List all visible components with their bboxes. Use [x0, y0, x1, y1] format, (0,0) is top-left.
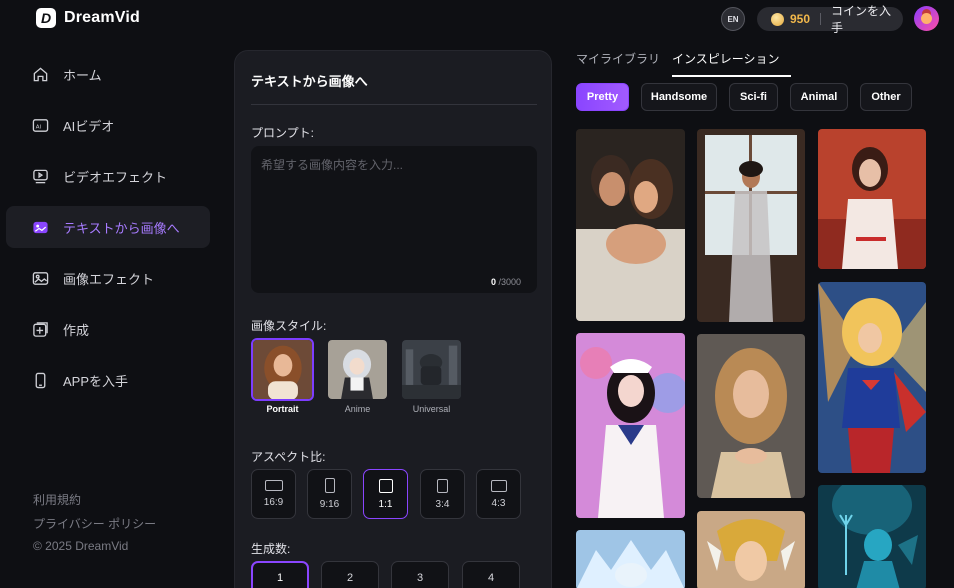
style-option-anime[interactable]: Anime: [326, 338, 389, 418]
prompt-char-count: 0: [490, 277, 496, 287]
count-1-button[interactable]: 1: [251, 561, 309, 588]
prompt-char-max: /3000: [498, 277, 521, 287]
home-icon: [32, 66, 49, 83]
sidebar-item-label: AIビデオ: [63, 118, 115, 134]
category-other-chip[interactable]: Other: [860, 83, 912, 111]
style-name: Universal: [412, 404, 451, 414]
sidebar-item-label: ホーム: [63, 67, 102, 83]
output-count-label: 生成数:: [251, 542, 291, 556]
sidebar-item-label: 作成: [63, 322, 90, 338]
sidebar-item-get-app[interactable]: APPを入手: [6, 359, 210, 401]
aspect-9-16-button[interactable]: 9:16: [307, 469, 352, 519]
gallery-image-lingerie[interactable]: [697, 129, 805, 322]
gallery-tabs: マイライブラリ インスピレーション: [576, 50, 791, 77]
get-coins-button[interactable]: 950 コインを入手: [757, 4, 903, 35]
sidebar-item-ai-video[interactable]: AI AIビデオ: [6, 104, 210, 146]
text-to-image-panel: テキストから画像へ プロンプト: 0 /3000 画像スタイル: Portrai…: [234, 50, 552, 588]
prompt-input[interactable]: [251, 146, 537, 293]
sidebar-item-text-to-image[interactable]: テキストから画像へ: [6, 206, 210, 248]
aspect-16-9-button[interactable]: 16:9: [251, 469, 296, 519]
prompt-label: プロンプト:: [251, 126, 314, 140]
gallery-image-ice-queen[interactable]: [576, 530, 685, 588]
sidebar-item-home[interactable]: ホーム: [6, 53, 210, 95]
gallery-image-blonde-portrait[interactable]: [697, 334, 805, 498]
style-option-universal[interactable]: Universal: [400, 338, 463, 418]
ai-video-icon: AI: [32, 117, 49, 134]
aspect-label: 9:16: [319, 499, 340, 510]
sidebar-item-create[interactable]: 作成: [6, 308, 210, 350]
aspect-label: 16:9: [263, 497, 284, 508]
landscape-ratio-icon: [264, 480, 283, 491]
portrait-ratio-icon: [324, 478, 335, 493]
category-pretty-chip[interactable]: Pretty: [576, 83, 629, 111]
aspect-1-1-button[interactable]: 1:1: [363, 469, 408, 519]
gallery-image-red-field[interactable]: [818, 129, 926, 269]
panel-divider: [251, 104, 537, 105]
portrait-ratio-icon: [437, 478, 448, 493]
panel-title: テキストから画像へ: [251, 74, 368, 89]
style-name: Portrait: [266, 404, 299, 414]
aspect-4-3-button[interactable]: 4:3: [476, 469, 521, 519]
portrait-thumbnail: [251, 338, 314, 401]
language-button[interactable]: EN: [721, 7, 745, 31]
square-ratio-icon: [378, 478, 393, 493]
top-bar: D DreamVid EN 950 コインを入手: [0, 0, 954, 40]
sidebar-item-label: APPを入手: [63, 373, 129, 389]
count-3-button[interactable]: 3: [391, 561, 449, 588]
sidebar-item-image-effect[interactable]: 画像エフェクト: [6, 257, 210, 299]
privacy-link[interactable]: プライバシー ポリシー: [33, 515, 156, 532]
category-animal-chip[interactable]: Animal: [790, 83, 848, 111]
gallery-image-sailor-girl[interactable]: [576, 333, 685, 518]
tab-my-library[interactable]: マイライブラリ: [576, 50, 660, 77]
brand-name: DreamVid: [64, 9, 141, 26]
aspect-label: 4:3: [491, 497, 506, 509]
category-scifi-chip[interactable]: Sci-fi: [729, 83, 778, 111]
landscape-ratio-icon: [490, 479, 507, 492]
user-avatar[interactable]: [914, 6, 939, 31]
dreamvid-logo-icon: D: [36, 8, 56, 28]
category-handsome-chip[interactable]: Handsome: [641, 83, 717, 111]
sidebar-item-label: テキストから画像へ: [63, 220, 180, 236]
svg-text:AI: AI: [36, 124, 42, 130]
style-name: Anime: [344, 404, 371, 414]
coin-icon: [771, 12, 784, 26]
tab-inspiration[interactable]: インスピレーション: [672, 50, 791, 77]
create-icon: [32, 321, 49, 338]
aspect-label: 1:1: [378, 498, 393, 510]
sidebar: ホーム AI AIビデオ ビデオエフェクト テキストから画像へ 画像エフェクト …: [0, 40, 218, 588]
sidebar-item-label: 画像エフェクト: [63, 271, 155, 287]
aspect-3-4-button[interactable]: 3:4: [420, 469, 465, 519]
count-2-button[interactable]: 2: [321, 561, 379, 588]
gallery-image-couple[interactable]: [576, 129, 685, 321]
aspect-label: 3:4: [435, 498, 450, 510]
count-4-button[interactable]: 4: [462, 561, 520, 588]
copyright-text: © 2025 DreamVid: [33, 539, 129, 553]
phone-icon: [32, 372, 49, 389]
style-option-portrait[interactable]: Portrait: [251, 338, 314, 418]
gallery-image-mermaid-devil[interactable]: [818, 485, 926, 588]
gallery-image-superhero[interactable]: [818, 282, 926, 473]
text-to-image-icon: [32, 219, 49, 236]
avatar-face-icon: [921, 13, 932, 24]
prompt-char-counter: 0 /3000: [491, 277, 521, 287]
coin-separator: [820, 13, 822, 25]
coin-balance: 950: [790, 12, 811, 26]
video-effect-icon: [32, 168, 49, 185]
anime-thumbnail: [326, 338, 389, 401]
gallery-image-valkyrie[interactable]: [697, 511, 805, 588]
terms-link[interactable]: 利用規約: [33, 491, 81, 508]
image-style-label: 画像スタイル:: [251, 319, 327, 333]
image-effect-icon: [32, 270, 49, 287]
aspect-ratio-label: アスペクト比:: [251, 450, 326, 464]
universal-thumbnail: [400, 338, 463, 401]
get-coins-label: コインを入手: [831, 4, 892, 35]
brand-logo[interactable]: D DreamVid: [36, 8, 140, 28]
sidebar-item-label: ビデオエフェクト: [63, 169, 168, 185]
sidebar-item-video-effect[interactable]: ビデオエフェクト: [6, 155, 210, 197]
